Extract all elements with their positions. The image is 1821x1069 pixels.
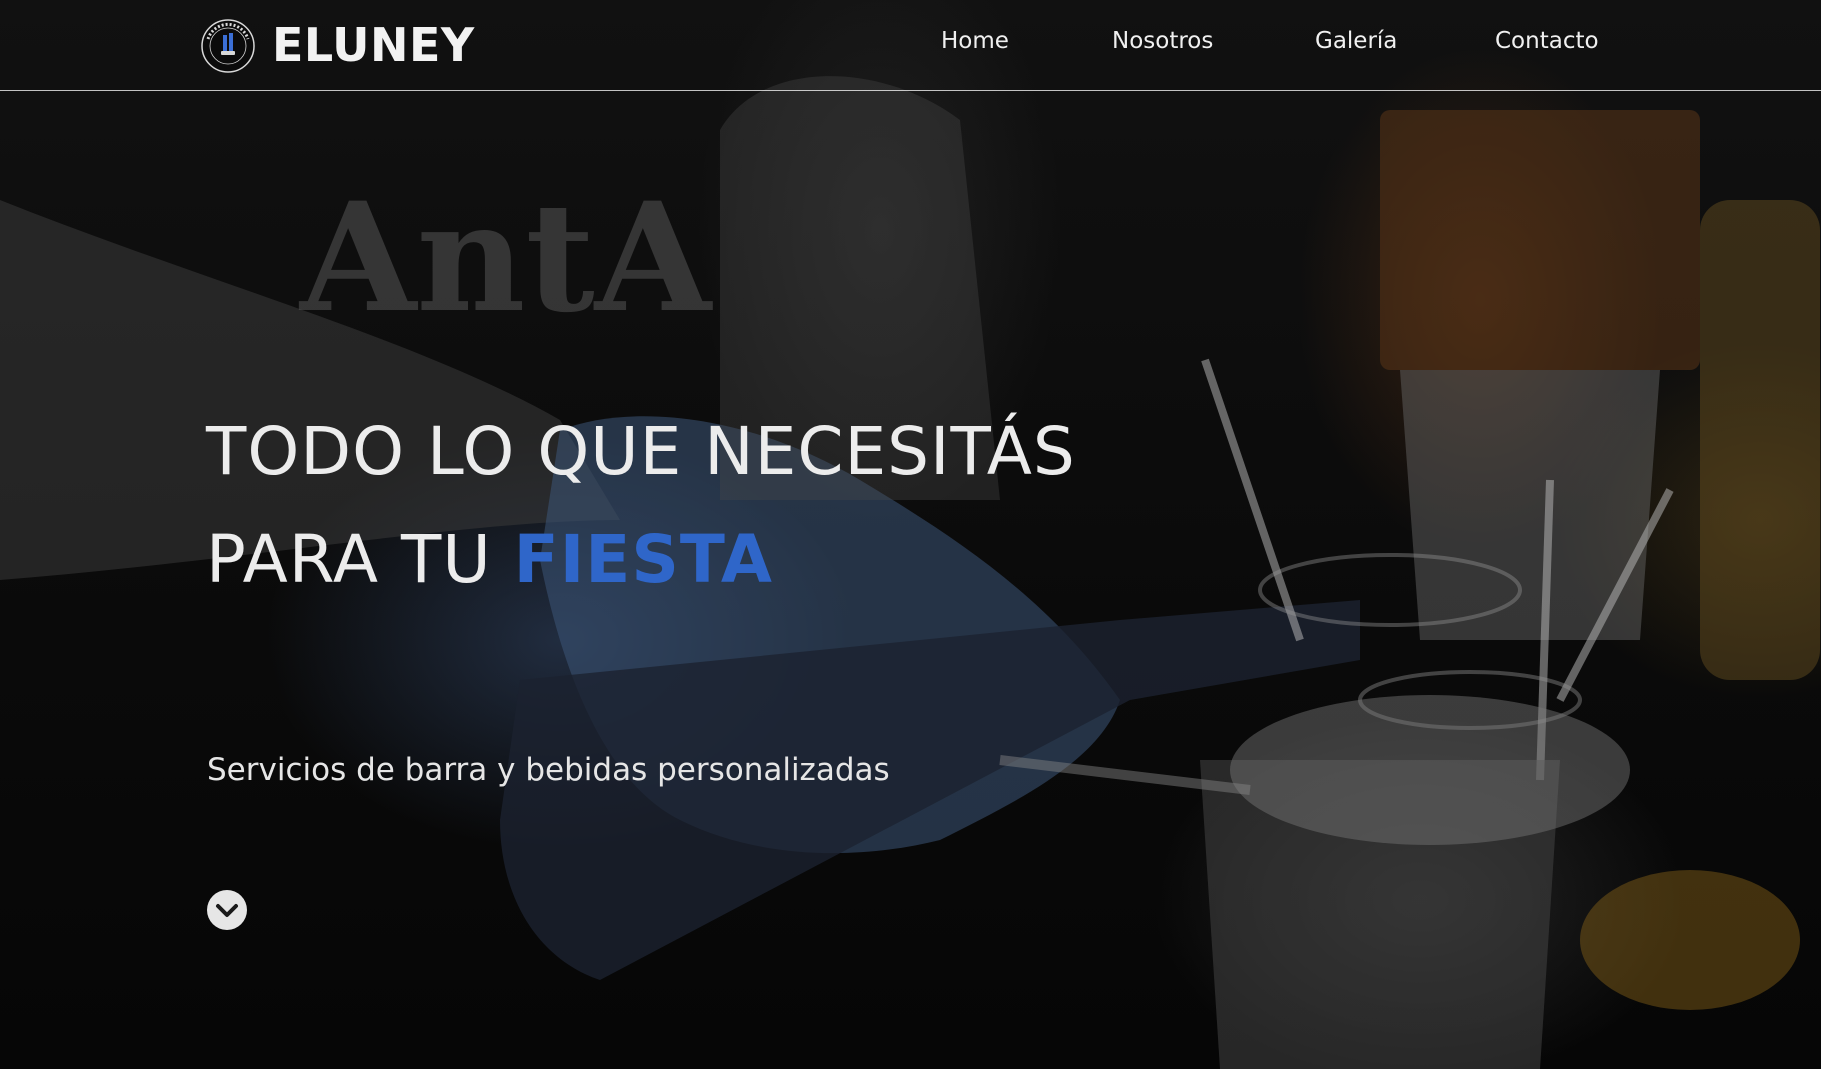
chevron-down-icon [216,904,238,917]
headline-line-2-prefix: PARA TU [206,521,492,598]
svg-text:AntA: AntA [298,170,714,346]
nav-home[interactable]: Home [941,28,1009,54]
nav-nosotros[interactable]: Nosotros [1112,28,1213,54]
hero-headline: TODO LO QUE NECESITÁS PARA TU FIESTA [206,398,1076,614]
scroll-down-button[interactable] [207,890,247,930]
hero-section: AntA ELUNEY Home Nosotros Galería Contac… [0,0,1821,1069]
nav-galeria[interactable]: Galería [1315,28,1397,54]
headline-accent-word: FIESTA [513,521,773,598]
nav-contacto[interactable]: Contacto [1495,28,1599,54]
headline-line-1: TODO LO QUE NECESITÁS [206,413,1076,490]
main-nav: Home Nosotros Galería Contacto [0,28,1821,68]
hero-subtitle: Servicios de barra y bebidas personaliza… [207,752,890,788]
site-header: ELUNEY Home Nosotros Galería Contacto [0,0,1821,91]
